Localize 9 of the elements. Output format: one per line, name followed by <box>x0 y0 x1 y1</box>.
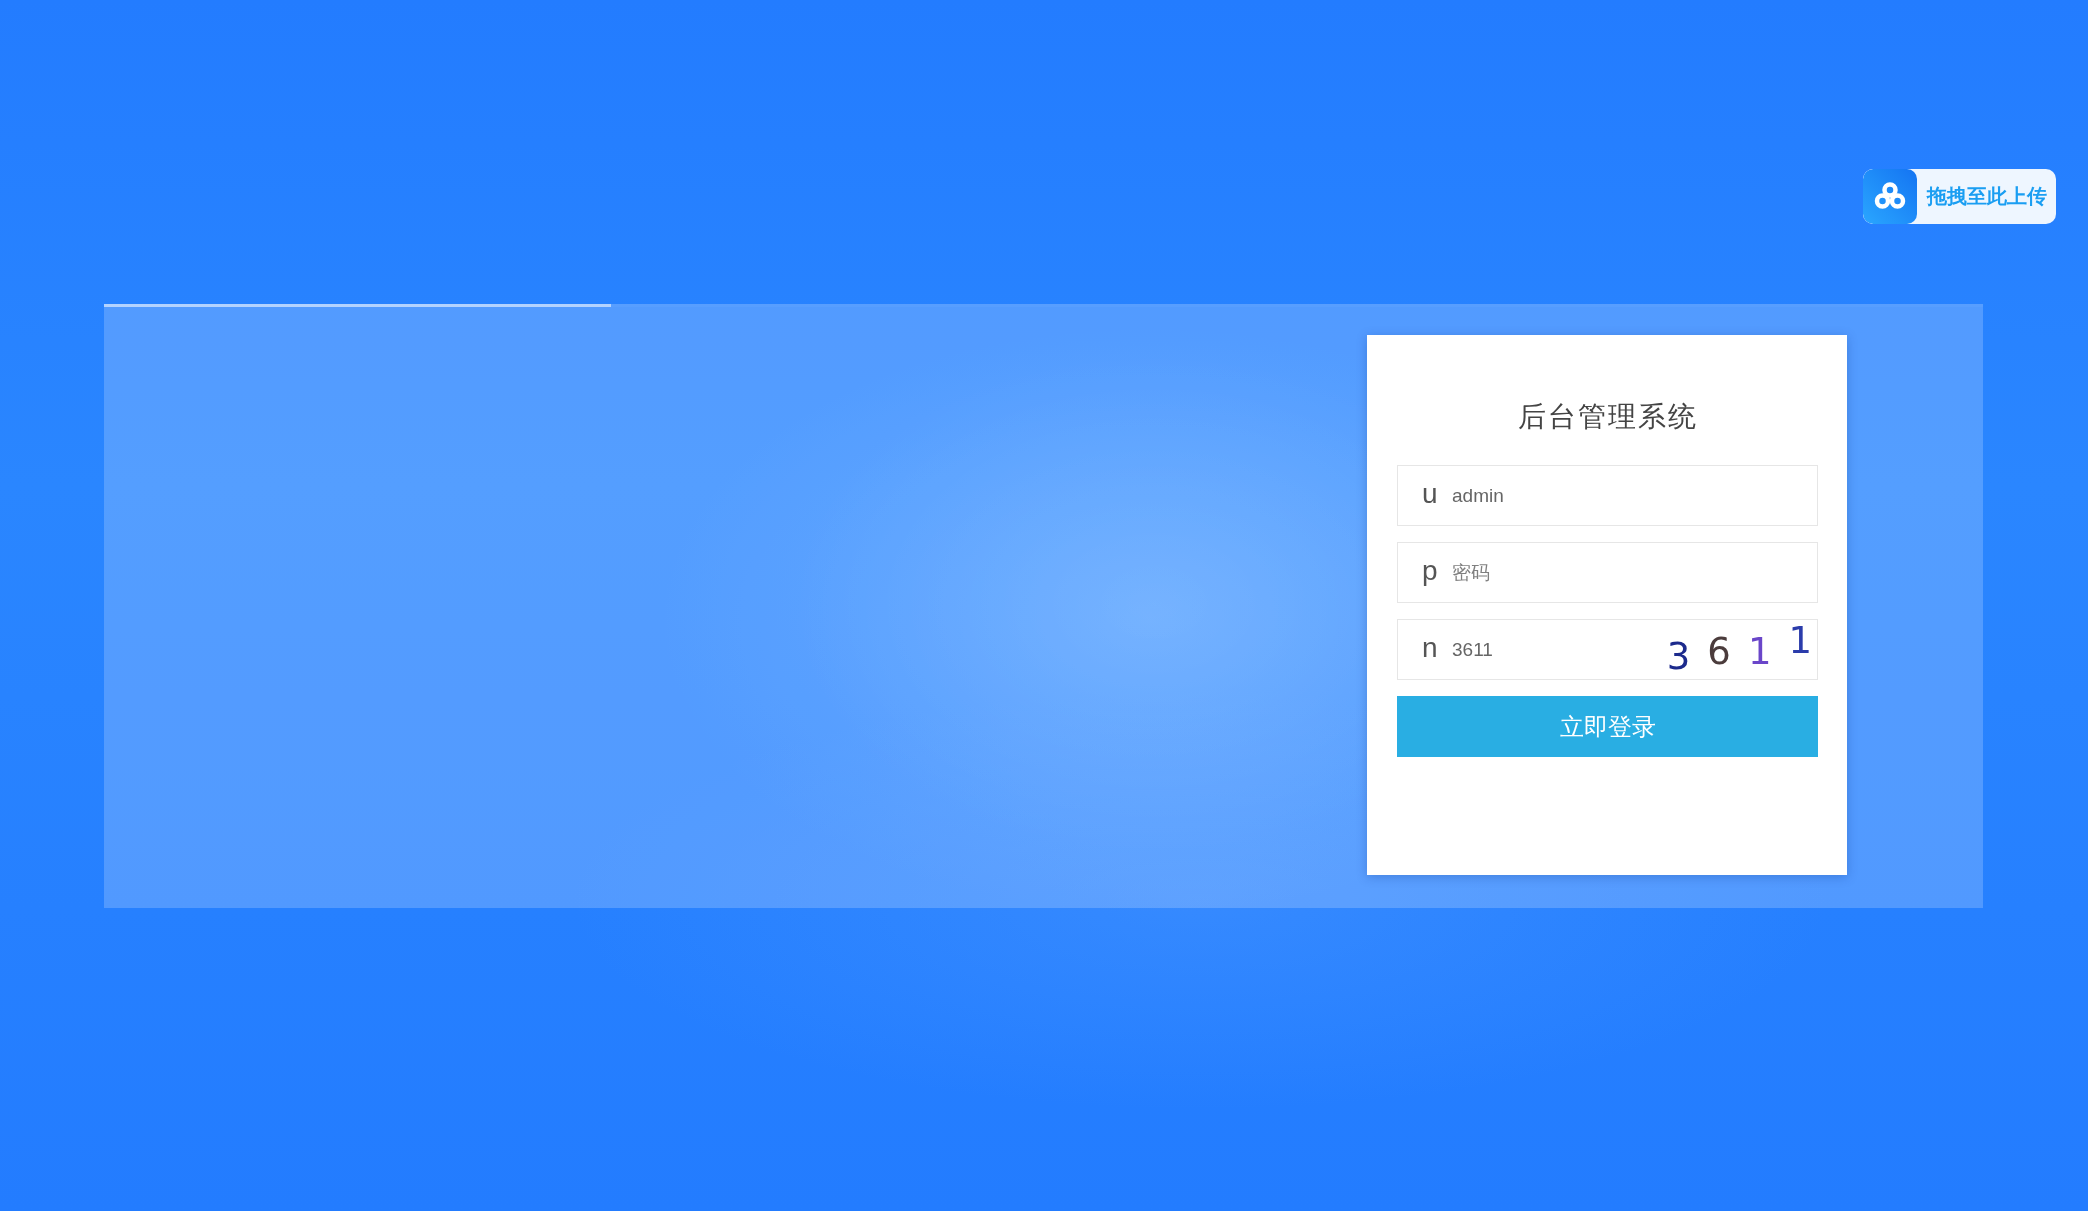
captcha-digit[interactable]: 6 <box>1707 633 1731 670</box>
captcha-digit[interactable]: 1 <box>1788 622 1812 659</box>
captcha-digit[interactable]: 3 <box>1666 638 1691 675</box>
cloud-icon <box>1863 169 1917 224</box>
field-prefix: n <box>1422 633 1438 662</box>
field-prefix: p <box>1422 556 1438 585</box>
field-prefix: u <box>1422 479 1438 508</box>
login-title: 后台管理系统 <box>1516 400 1699 434</box>
captcha-digit[interactable]: 1 <box>1747 633 1772 670</box>
